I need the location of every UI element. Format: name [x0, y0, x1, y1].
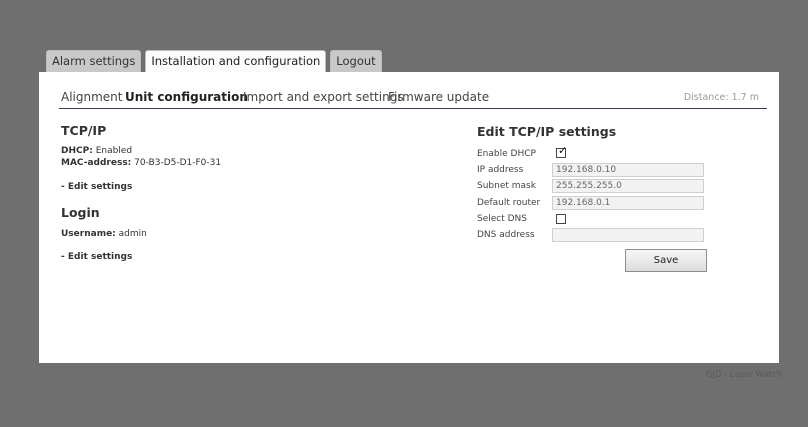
select-dns-checkbox[interactable]: [556, 214, 566, 224]
mac-label: MAC-address:: [61, 158, 132, 168]
tab-logout[interactable]: Logout: [330, 50, 382, 72]
enable-dhcp-label: Enable DHCP: [477, 149, 536, 159]
sub-navigation: Alignment Unit configuration Import and …: [59, 88, 767, 109]
dhcp-value: Enabled: [95, 146, 133, 156]
mac-value: 70-B3-D5-D1-F0-31: [134, 158, 222, 168]
dhcp-label: DHCP:: [61, 146, 93, 156]
mac-address: MAC-address: 70-B3-D5-D1-F0-31: [61, 158, 221, 168]
checkmark-icon: ✓: [558, 144, 568, 157]
default-router-label: Default router: [477, 198, 541, 208]
default-router-input[interactable]: [552, 196, 704, 210]
login-edit-settings-link[interactable]: - Edit settings: [61, 252, 132, 262]
footer-brand: GJD - Laser Watch: [705, 370, 782, 380]
save-button[interactable]: Save: [625, 249, 707, 272]
subnav-alignment[interactable]: Alignment: [61, 90, 122, 104]
top-tabs: Alarm settings Installation and configur…: [46, 50, 382, 73]
distance-readout: Distance: 1.7 m: [683, 92, 759, 103]
content-panel: Alignment Unit configuration Import and …: [39, 72, 779, 363]
enable-dhcp-checkbox[interactable]: ✓: [556, 145, 567, 158]
dhcp-status: DHCP: Enabled: [61, 146, 132, 156]
tcpip-edit-settings-link[interactable]: - Edit settings: [61, 182, 132, 192]
subnet-mask-label: Subnet mask: [477, 181, 536, 191]
edit-tcpip-title: Edit TCP/IP settings: [477, 124, 617, 139]
subnet-mask-input[interactable]: [552, 179, 704, 193]
subnav-import-export-settings[interactable]: Import and export settings: [243, 90, 404, 104]
login-title: Login: [61, 205, 100, 220]
username-info: Username: admin: [61, 229, 147, 239]
select-dns-label: Select DNS: [477, 214, 528, 224]
username-label: Username:: [61, 229, 116, 239]
tcpip-title: TCP/IP: [61, 123, 107, 138]
ip-address-input[interactable]: [552, 163, 704, 177]
dns-address-input[interactable]: [552, 228, 704, 242]
tab-alarm-settings[interactable]: Alarm settings: [46, 50, 142, 72]
tab-installation-and-configuration[interactable]: Installation and configuration: [145, 50, 327, 73]
subnav-unit-configuration[interactable]: Unit configuration: [125, 90, 248, 104]
subnav-firmware-update[interactable]: Firmware update: [388, 90, 489, 104]
dns-address-label: DNS address: [477, 230, 535, 240]
username-value: admin: [118, 229, 147, 239]
ip-address-label: IP address: [477, 165, 524, 175]
